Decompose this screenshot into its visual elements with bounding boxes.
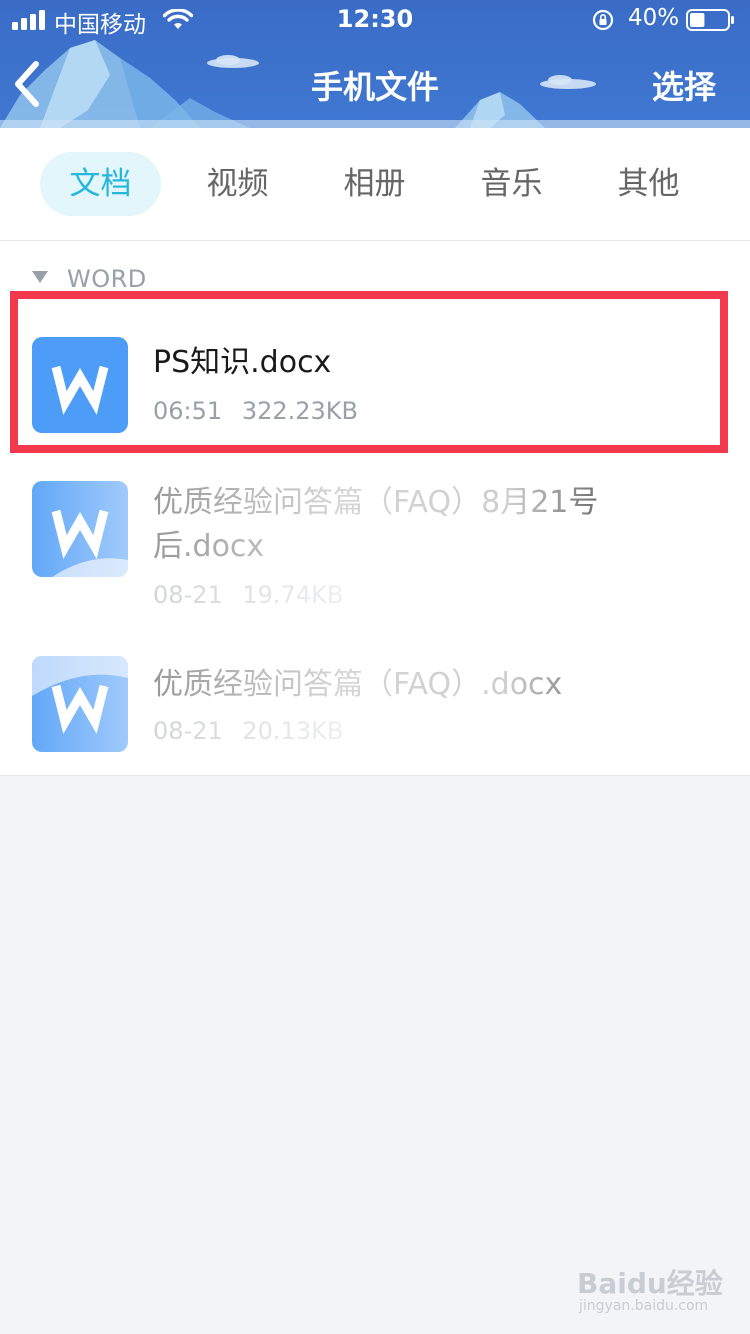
triangle-down-icon	[32, 271, 48, 283]
watermark-url: jingyan.baidu.com	[579, 1298, 709, 1314]
file-name: 优质经验问答篇（FAQ）.docx	[153, 667, 563, 702]
chevron-left-icon	[15, 61, 39, 107]
select-button[interactable]: 选择	[652, 62, 716, 108]
baidu-watermark: Baidu经验 jingyan.baidu.com	[575, 1262, 725, 1322]
file-size: 322.23KB	[241, 397, 358, 425]
file-list: WORD PS知识.docx 06:51 322.23KB 优质经验问答篇（FA…	[0, 241, 750, 776]
file-row[interactable]: 优质经验问答篇（FAQ）8月21号后.docx 08-21 19.74KB	[0, 461, 750, 611]
status-bar: 中国移动 12:30 40%	[0, 0, 750, 40]
word-doc-icon	[32, 656, 128, 752]
file-size: 19.74KB	[242, 581, 344, 609]
watermark-logo: Baidu经验	[577, 1267, 723, 1300]
file-meta: 08-21 20.13KB	[153, 717, 343, 745]
word-doc-icon	[32, 337, 128, 433]
file-time: 06:51	[153, 397, 223, 425]
battery-percentage: 40%	[628, 5, 680, 31]
tab-albums[interactable]: 相册	[314, 152, 435, 216]
file-name: 优质经验问答篇（FAQ）8月21号后.docx	[153, 485, 599, 564]
file-time: 08-21	[153, 581, 223, 609]
file-time: 08-21	[153, 717, 223, 745]
file-row[interactable]: 优质经验问答篇（FAQ）.docx 08-21 20.13KB	[0, 641, 750, 775]
battery-icon	[686, 9, 734, 31]
group-label: WORD	[67, 265, 147, 293]
file-name: PS知识.docx	[153, 345, 332, 380]
rotation-lock-icon	[592, 9, 614, 31]
header-bar: 中国移动 12:30 40% 手机文件 选择	[0, 0, 750, 128]
file-meta: 08-21 19.74KB	[153, 581, 343, 609]
tab-videos[interactable]: 视频	[177, 152, 298, 216]
word-doc-icon	[32, 481, 128, 577]
category-tabs: 文档 视频 相册 音乐 其他	[0, 128, 750, 241]
tab-documents[interactable]: 文档	[40, 152, 161, 216]
file-meta: 06:51 322.23KB	[153, 397, 358, 425]
tab-music[interactable]: 音乐	[451, 152, 572, 216]
file-row[interactable]: PS知识.docx 06:51 322.23KB	[0, 311, 750, 441]
file-size: 20.13KB	[242, 717, 344, 745]
back-button[interactable]	[8, 58, 48, 110]
tab-other[interactable]: 其他	[588, 152, 709, 216]
